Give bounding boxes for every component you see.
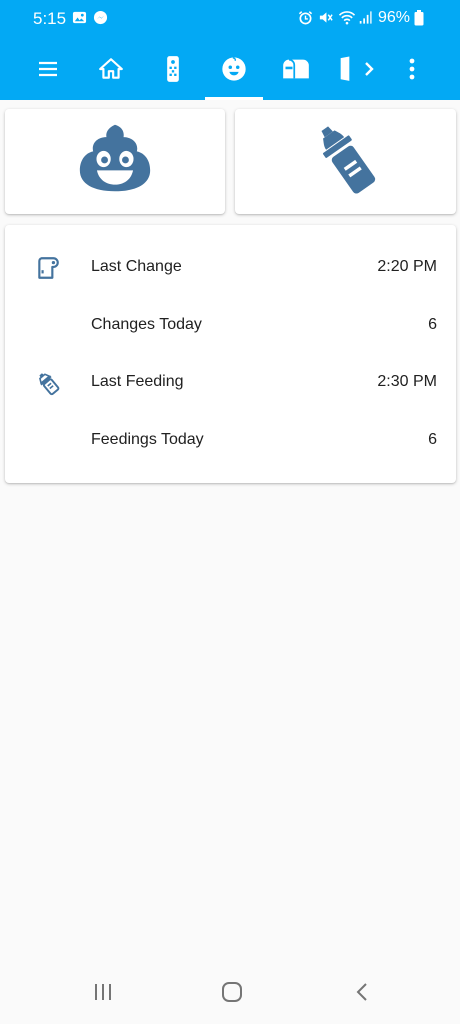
status-bar: 5:15 96%	[0, 0, 460, 38]
back-button[interactable]	[342, 978, 382, 1010]
tab-home[interactable]	[88, 38, 133, 100]
tab-mailbox[interactable]	[272, 38, 320, 100]
entity-label: Feedings Today	[91, 431, 204, 448]
recents-button[interactable]	[83, 978, 123, 1010]
emoticon-poop-icon	[77, 121, 153, 202]
alarm-icon	[298, 10, 314, 26]
chevron-right-icon	[360, 58, 378, 80]
entities-card: Last Change 2:20 PM Changes Today 6 Last…	[5, 225, 456, 483]
entity-label: Last Change	[91, 258, 182, 275]
mailbox-icon	[282, 57, 310, 81]
battery-percent: 96%	[377, 9, 410, 26]
entity-row-changes-today[interactable]: Changes Today 6	[5, 305, 456, 345]
tab-remote[interactable]	[150, 38, 195, 100]
more-vert-icon	[408, 57, 416, 81]
log-feeding-button[interactable]	[235, 109, 456, 214]
signal-icon	[358, 10, 374, 26]
baby-face-icon	[220, 55, 248, 83]
entity-row-last-change[interactable]: Last Change 2:20 PM	[5, 247, 456, 287]
entity-value: 6	[428, 431, 437, 448]
wifi-icon	[338, 10, 356, 26]
home-button-icon	[221, 981, 243, 1008]
mute-icon	[318, 10, 334, 26]
entity-value: 6	[428, 316, 437, 333]
menu-button[interactable]	[28, 38, 68, 100]
menu-icon	[36, 57, 60, 81]
entity-row-feedings-today[interactable]: Feedings Today 6	[5, 420, 456, 460]
recents-icon	[92, 982, 114, 1007]
baby-bottle-outline-icon	[35, 370, 61, 396]
entity-label: Last Feeding	[91, 373, 184, 390]
remote-icon	[163, 55, 183, 83]
tab-door[interactable]	[338, 38, 358, 100]
entity-label: Changes Today	[91, 316, 202, 333]
log-diaper-change-button[interactable]	[5, 109, 225, 214]
app-toolbar	[0, 38, 460, 100]
entity-row-last-feeding[interactable]: Last Feeding 2:30 PM	[5, 362, 456, 402]
status-time: 5:15	[33, 9, 67, 28]
entity-value: 2:20 PM	[377, 258, 437, 275]
scroll-tabs-right-button[interactable]	[356, 38, 382, 100]
entity-value: 2:30 PM	[377, 373, 437, 390]
toilet-paper-icon	[35, 255, 61, 281]
active-tab-indicator	[205, 97, 263, 100]
tab-baby[interactable]	[210, 38, 258, 100]
battery-icon	[414, 10, 430, 26]
door-icon	[338, 56, 352, 82]
baby-bottle-icon	[306, 119, 386, 204]
image-icon	[72, 10, 88, 26]
home-icon	[98, 56, 124, 82]
system-nav-bar	[0, 964, 460, 1024]
overflow-menu-button[interactable]	[396, 38, 428, 100]
back-icon	[354, 981, 370, 1008]
home-nav-button[interactable]	[212, 978, 252, 1010]
messenger-icon	[93, 10, 109, 26]
